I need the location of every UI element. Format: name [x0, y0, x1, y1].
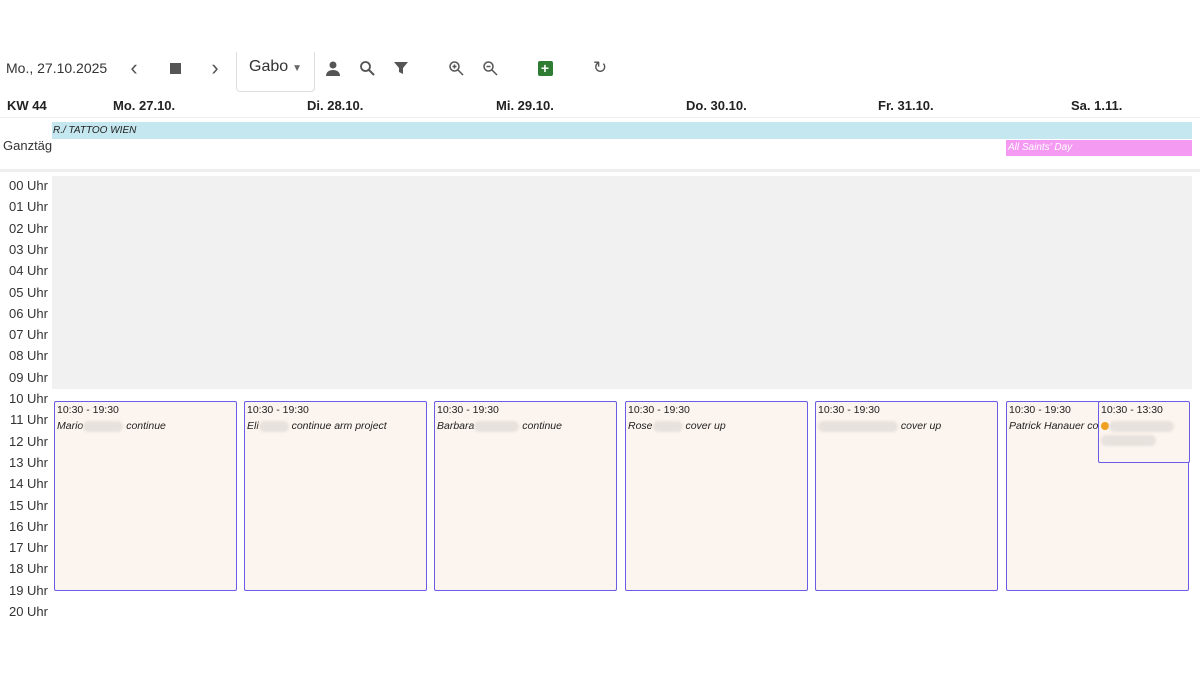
- hour-label: 07 Uhr: [8, 327, 48, 343]
- hour-label: 08 Uhr: [8, 348, 48, 364]
- event-title: Eli continue arm project: [247, 420, 424, 432]
- event-description: continue: [126, 420, 166, 432]
- event-time: 10:30 - 19:30: [437, 404, 499, 416]
- day-header[interactable]: Do. 30.10.: [686, 98, 747, 113]
- hour-label: 11 Uhr: [9, 412, 48, 428]
- event-time: 10:30 - 13:30: [1101, 404, 1163, 416]
- add-appointment-button[interactable]: +: [533, 56, 557, 80]
- staff-select-value: Gabo: [249, 58, 289, 75]
- hour-label: 00 Uhr: [8, 178, 48, 193]
- person-icon[interactable]: [321, 56, 345, 80]
- caret-down-icon: ▼: [292, 63, 303, 74]
- plus-icon: +: [537, 60, 553, 76]
- event-description: co: [1087, 420, 1099, 432]
- event-title: Mario continue: [57, 420, 234, 432]
- status-dot-icon: [1101, 422, 1109, 431]
- event-description: cover up: [685, 420, 726, 432]
- redacted-text: [818, 420, 898, 432]
- redacted-text: [83, 420, 124, 432]
- event-description: cover up: [900, 420, 942, 432]
- event-time: 10:30 - 19:30: [57, 404, 119, 416]
- redacted-text: [474, 420, 520, 432]
- client-name: Barbara: [437, 420, 475, 432]
- client-name: Rose: [628, 420, 653, 432]
- event-title: Barbara continue: [437, 420, 614, 432]
- client-name: Eli: [247, 420, 259, 432]
- current-date[interactable]: Mo., 27.10.2025: [6, 60, 107, 76]
- hour-label: 19 Uhr: [8, 582, 48, 598]
- hour-label: 09 Uhr: [8, 369, 48, 385]
- hour-label: 10 Uhr: [8, 391, 48, 406]
- week-header: KW 44 Mo. 27.10. Di. 28.10. Mi. 29.10. D…: [0, 92, 1200, 118]
- appointment[interactable]: 10:30 - 19:30 Rose cover up: [625, 401, 808, 591]
- today-button[interactable]: [163, 56, 187, 80]
- client-name: Mario: [57, 420, 84, 432]
- day-header[interactable]: Mo. 27.10.: [113, 98, 175, 113]
- event-time: 10:30 - 19:30: [628, 404, 690, 416]
- zoom-out-icon[interactable]: [478, 56, 502, 80]
- event-time: 10:30 - 19:30: [247, 404, 309, 416]
- hour-label: 16 Uhr: [8, 518, 48, 534]
- appointment[interactable]: 10:30 - 13:30: [1098, 401, 1190, 463]
- chevron-right-icon[interactable]: ›: [203, 55, 227, 80]
- appointment[interactable]: 10:30 - 19:30 Mario continue: [54, 401, 237, 591]
- client-name: Patrick Hanauer: [1009, 420, 1085, 432]
- week-number: KW 44: [7, 98, 47, 113]
- hour-label: 15 Uhr: [8, 497, 48, 513]
- hour-label: 13 Uhr: [8, 454, 48, 470]
- hour-label: 01 Uhr: [8, 199, 48, 215]
- redacted-text: [258, 420, 289, 432]
- hour-label: 17 Uhr: [8, 540, 48, 556]
- staff-select[interactable]: Gabo ▼: [236, 52, 315, 92]
- event-description: continue: [522, 420, 562, 432]
- hour-label: 04 Uhr: [8, 263, 48, 279]
- hour-label: 06 Uhr: [8, 305, 48, 321]
- appointment[interactable]: 10:30 - 19:30 Eli continue arm project: [244, 401, 427, 591]
- search-icon[interactable]: [355, 56, 379, 80]
- event-description: continue arm project: [291, 420, 387, 432]
- hour-label: 14 Uhr: [8, 476, 48, 492]
- all-day-event[interactable]: R./ TATTOO WIEN: [52, 122, 1192, 139]
- day-header[interactable]: Di. 28.10.: [307, 98, 363, 113]
- hour-label: 05 Uhr: [8, 284, 48, 300]
- holiday-event[interactable]: All Saints' Day: [1006, 140, 1192, 156]
- hour-label: 18 Uhr: [8, 561, 48, 577]
- all-day-label: Ganztägig: [3, 138, 52, 153]
- day-header[interactable]: Sa. 1.11.: [1071, 98, 1122, 113]
- toolbar: Mo., 27.10.2025 ‹ › Gabo ▼ + ↻: [0, 50, 1200, 92]
- all-day-row: R./ TATTOO WIEN Ganztägig All Saints' Da…: [0, 118, 1200, 172]
- event-title: Rose cover up: [628, 420, 805, 432]
- appointment[interactable]: 10:30 - 19:30 Barbara continue: [434, 401, 617, 591]
- redacted-text: [1109, 420, 1174, 432]
- hour-label: 02 Uhr: [8, 220, 48, 236]
- event-time: 10:30 - 19:30: [818, 404, 880, 416]
- redacted-text: [1101, 435, 1156, 446]
- filter-icon[interactable]: [389, 56, 413, 80]
- chevron-left-icon[interactable]: ‹: [122, 55, 146, 80]
- day-header[interactable]: Mi. 29.10.: [496, 98, 554, 113]
- zoom-in-icon[interactable]: [444, 56, 468, 80]
- event-title: cover up: [818, 420, 995, 432]
- event-title: [1101, 420, 1187, 446]
- refresh-icon[interactable]: ↻: [588, 56, 612, 80]
- hour-label: 12 Uhr: [8, 433, 48, 449]
- appointment[interactable]: 10:30 - 19:30 cover up: [815, 401, 998, 591]
- redacted-text: [652, 420, 683, 432]
- hour-label: 20 Uhr: [8, 604, 48, 619]
- square-icon: [169, 62, 181, 74]
- day-header[interactable]: Fr. 31.10.: [878, 98, 934, 113]
- hour-label: 03 Uhr: [8, 241, 48, 257]
